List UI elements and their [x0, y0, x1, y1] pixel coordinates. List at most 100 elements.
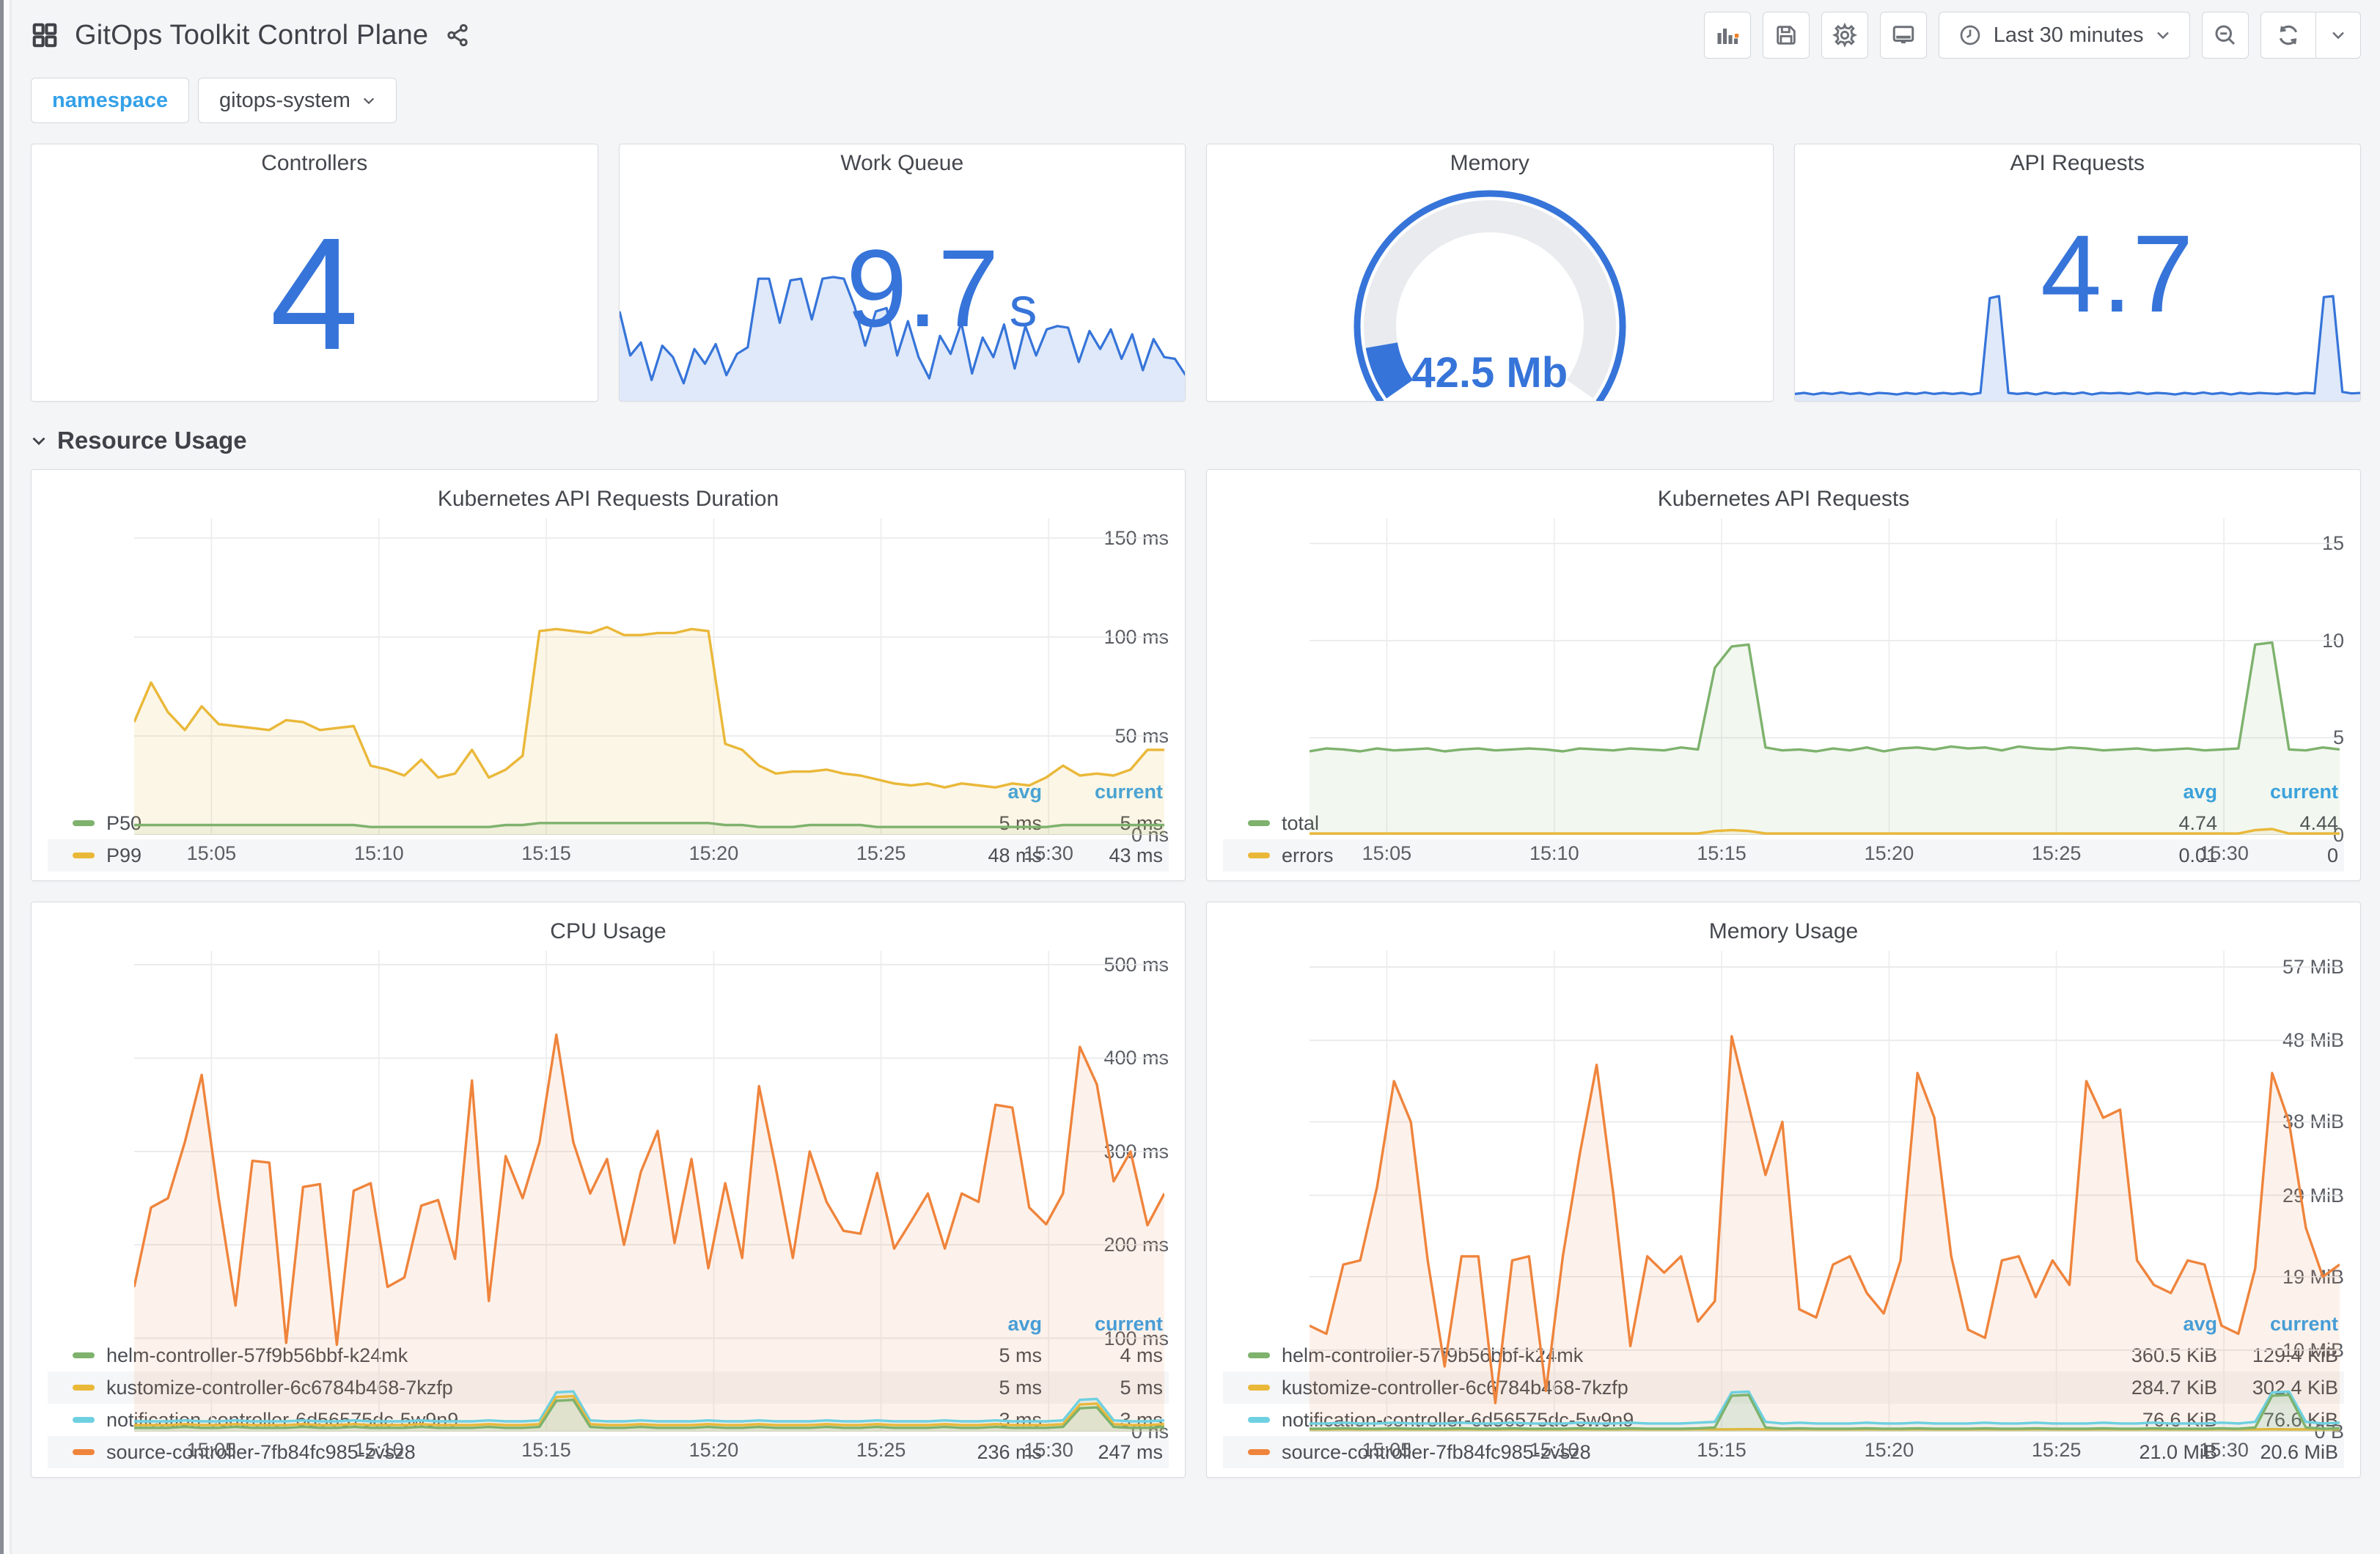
x-axis-tick-label: 15:25 [2031, 842, 2082, 864]
panel-title[interactable]: Memory Usage [1223, 913, 2344, 951]
panel-title[interactable]: Memory [1207, 144, 1773, 183]
panel-title[interactable]: API Requests [1795, 144, 2361, 183]
refresh-dashboard-button[interactable] [2261, 12, 2315, 58]
x-axis-tick-label: 15:05 [1362, 842, 1412, 864]
row-header-label: Resource Usage [57, 427, 247, 454]
legend-series-swatch [1248, 1449, 1270, 1455]
legend-series-swatch [73, 1417, 95, 1423]
controllers-stat-value: 4 [270, 205, 359, 383]
dashboard-title: GitOps Toolkit Control Plane [75, 19, 429, 51]
x-axis-tick-label: 15:10 [1529, 842, 1579, 864]
x-axis-tick-label: 15:10 [354, 1439, 404, 1461]
x-axis: 15:05 15:10 15:15 15:20 15:25 15:30 [134, 842, 1164, 869]
panel-controllers: Controllers 4 [31, 144, 598, 402]
x-axis-tick-label: 15:25 [856, 1439, 906, 1461]
time-range-label: Last 30 minutes [1993, 23, 2144, 47]
legend-series-swatch [73, 820, 95, 826]
charts-row-a: Kubernetes API Requests Duration 0 ns 50 … [31, 469, 2361, 881]
panel-title[interactable]: Kubernetes API Requests Duration [48, 480, 1169, 518]
dashboard-settings-button[interactable] [1821, 12, 1868, 59]
chart-plot-area[interactable] [1310, 518, 2340, 835]
panel-k8s-api-requests-duration: Kubernetes API Requests Duration 0 ns 50 … [31, 469, 1186, 881]
dashboard-variables: namespace gitops-system [31, 78, 2361, 123]
x-axis-tick-label: 15:30 [2199, 842, 2249, 864]
api-requests-stat-value: 4.7 [2040, 212, 2194, 335]
add-panel-button[interactable] [1703, 12, 1751, 59]
save-dashboard-button[interactable] [1762, 12, 1810, 59]
chevron-down-icon [31, 435, 47, 446]
chart-body: 0 ns 100 ms 200 ms 300 ms 400 ms 500 ms 15:05 1… [48, 951, 1169, 1461]
refresh-button-group [2260, 12, 2361, 59]
x-axis-tick-label: 15:30 [1024, 1439, 1073, 1461]
chart-body: 0 B 10 MiB 19 MiB 29 MiB 38 MiB 48 MiB 57 MiB 1… [1223, 951, 2344, 1461]
panel-memory-usage: Memory Usage 0 B 10 MiB 19 MiB 29 MiB 38 MiB… [1206, 902, 2361, 1478]
x-axis: 15:05 15:10 15:15 15:20 15:25 15:30 [1310, 842, 2340, 869]
variable-value-namespace[interactable]: gitops-system [198, 78, 397, 123]
x-axis-tick-label: 15:05 [186, 1439, 237, 1461]
panel-api-requests: API Requests 4.7 [1793, 144, 2361, 402]
x-axis-tick-label: 15:10 [1529, 1439, 1579, 1461]
memory-gauge: 42.5 Mb [1314, 188, 1666, 401]
memory-gauge-value: 42.5 Mb [1411, 349, 1568, 397]
stats-row: Controllers 4 Work Queue 9.7 s Memory 42… [31, 144, 2361, 402]
chart-plot-area[interactable] [1310, 951, 2340, 1432]
legend-series-swatch [73, 1352, 95, 1358]
x-axis-tick-label: 15:30 [1024, 842, 1073, 864]
row-header-resource-usage[interactable]: Resource Usage [31, 427, 2361, 454]
panel-title[interactable]: Work Queue [620, 144, 1186, 183]
dashboard-grid-icon[interactable] [31, 21, 59, 49]
charts-row-b: CPU Usage 0 ns 100 ms 200 ms 300 ms 400 ms 50… [31, 902, 2361, 1478]
legend-series-swatch [73, 1449, 95, 1455]
x-axis-tick-label: 15:20 [688, 1439, 739, 1461]
work-queue-stat-value: 9.7 [845, 227, 999, 350]
x-axis-tick-label: 15:15 [1697, 842, 1747, 864]
x-axis: 15:05 15:10 15:15 15:20 15:25 15:30 [1310, 1439, 2340, 1465]
dashboard-toolbar: Last 30 minutes [1703, 12, 2361, 59]
x-axis-tick-label: 15:20 [1864, 1439, 1914, 1461]
legend-series-swatch [1248, 853, 1270, 858]
side-menu-edge [0, 0, 12, 1554]
zoom-out-time-button[interactable] [2201, 12, 2249, 59]
legend-series-swatch [1248, 1385, 1270, 1391]
legend-series-swatch [1248, 820, 1270, 826]
work-queue-stat-unit: s [1009, 276, 1037, 339]
chevron-down-icon [2156, 30, 2170, 40]
time-range-picker[interactable]: Last 30 minutes [1938, 12, 2190, 59]
refresh-interval-picker[interactable] [2316, 12, 2360, 58]
dashboard-header: GitOps Toolkit Control Plane Last 30 min… [31, 0, 2361, 70]
panel-k8s-api-requests: Kubernetes API Requests 0 5 10 15 15:05 15:10… [1206, 469, 2361, 881]
chevron-down-icon [362, 96, 375, 106]
x-axis-tick-label: 15:10 [354, 842, 404, 864]
x-axis-tick-label: 15:15 [521, 1439, 571, 1461]
x-axis-tick-label: 15:20 [1864, 842, 1914, 864]
cycle-view-mode-button[interactable] [1879, 12, 1927, 59]
clock-icon [1958, 23, 1982, 47]
chart-body: 0 5 10 15 15:05 15:10 15:15 15:20 15:25 15:30 [1223, 518, 2344, 864]
x-axis-tick-label: 15:15 [521, 842, 571, 864]
legend-series-swatch [73, 853, 95, 858]
panel-title[interactable]: Controllers [32, 144, 598, 183]
x-axis-tick-label: 15:20 [688, 842, 739, 864]
variable-label-namespace: namespace [31, 78, 189, 123]
dashboard-page: GitOps Toolkit Control Plane Last 30 min… [12, 0, 2380, 1554]
x-axis-tick-label: 15:15 [1697, 1439, 1747, 1461]
variable-selected-value: gitops-system [219, 88, 350, 112]
chart-plot-area[interactable] [134, 951, 1164, 1432]
panel-title[interactable]: Kubernetes API Requests [1223, 480, 2344, 518]
legend-series-swatch [1248, 1352, 1270, 1358]
chart-plot-area[interactable] [134, 518, 1164, 835]
chart-body: 0 ns 50 ms 100 ms 150 ms 15:05 15:10 15:15 15:2… [48, 518, 1169, 864]
legend-series-swatch [1248, 1417, 1270, 1423]
x-axis-tick-label: 15:05 [186, 842, 237, 864]
panel-cpu-usage: CPU Usage 0 ns 100 ms 200 ms 300 ms 400 ms 50… [31, 902, 1186, 1478]
panel-memory: Memory 42.5 Mb [1206, 144, 1774, 402]
panel-work-queue: Work Queue 9.7 s [618, 144, 1186, 402]
share-icon[interactable] [444, 22, 471, 48]
x-axis-tick-label: 15:05 [1362, 1439, 1412, 1461]
x-axis-tick-label: 15:30 [2199, 1439, 2249, 1461]
panel-title[interactable]: CPU Usage [48, 913, 1169, 951]
legend-series-swatch [73, 1385, 95, 1391]
x-axis-tick-label: 15:25 [856, 842, 906, 864]
x-axis-tick-label: 15:25 [2031, 1439, 2082, 1461]
x-axis: 15:05 15:10 15:15 15:20 15:25 15:30 [134, 1439, 1164, 1465]
